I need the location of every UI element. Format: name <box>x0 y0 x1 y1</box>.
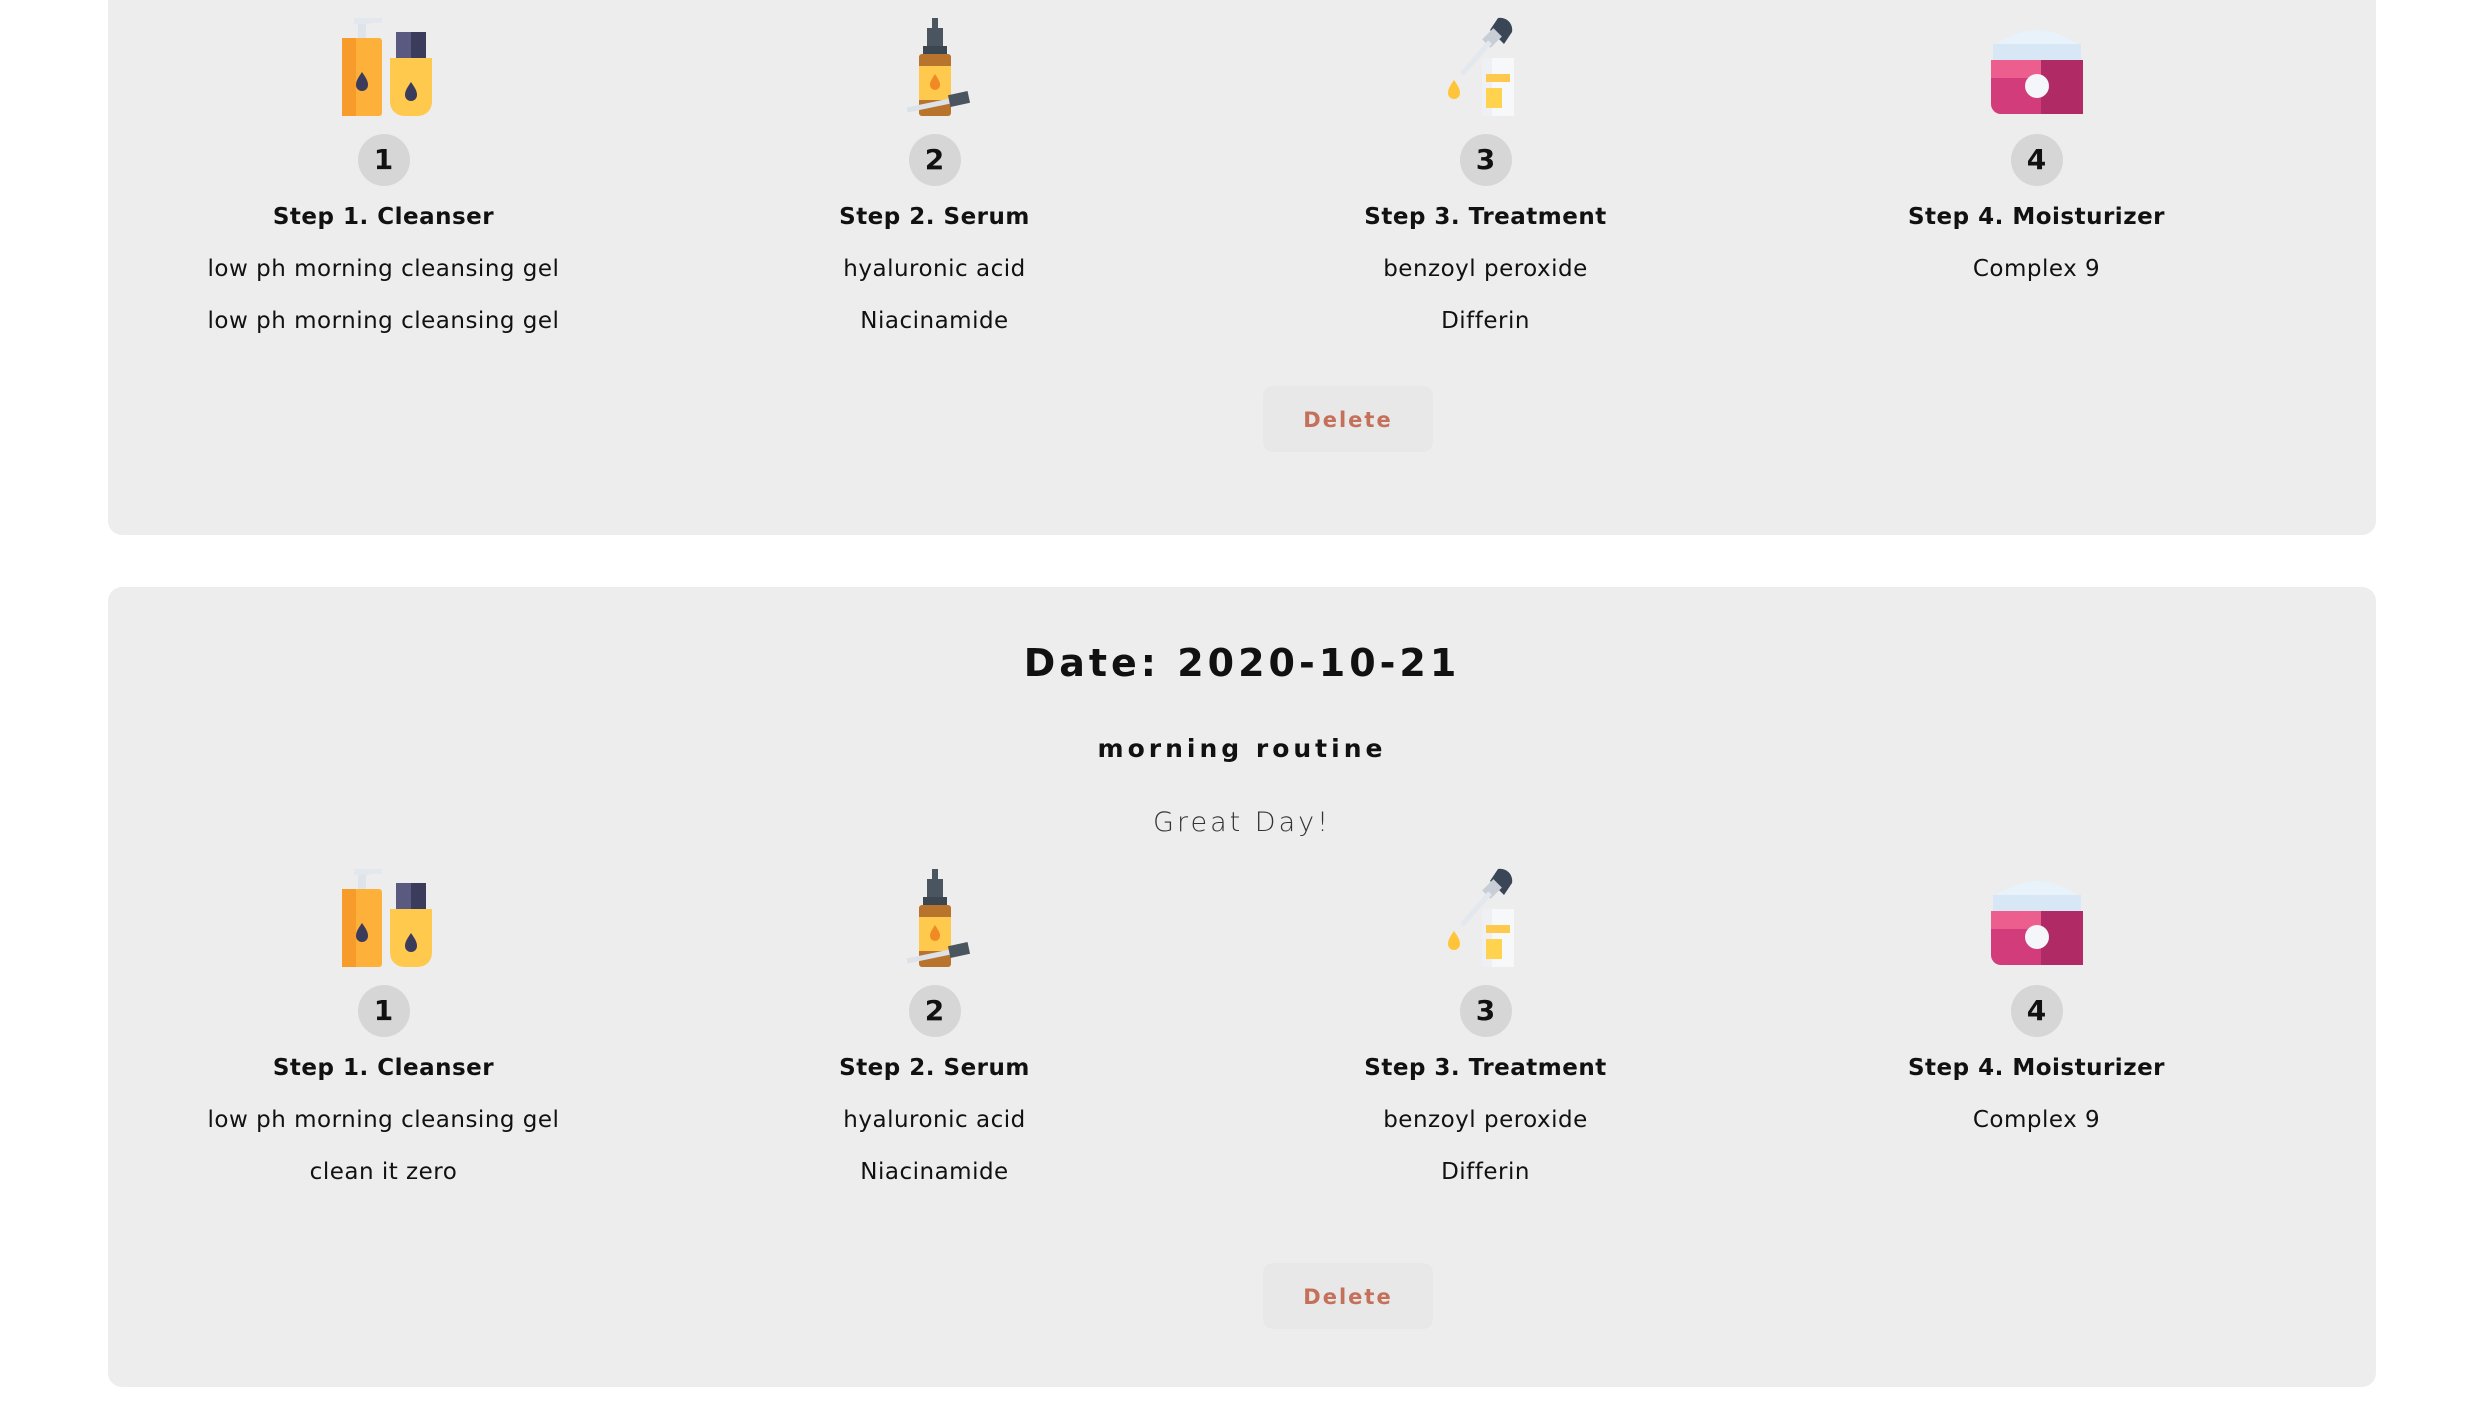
moisturizer-jar-icon <box>1990 881 2083 965</box>
treatment-dropper-icon <box>1447 17 1514 116</box>
routine-name: morning routine <box>1097 734 1387 763</box>
moisturizer-jar-icon <box>1990 30 2083 114</box>
step-product: Complex 9 <box>1972 256 2101 282</box>
entry-date-title: Date: 2020-10-21 <box>1023 641 1461 685</box>
serum-dropper-bottle-icon <box>905 18 970 116</box>
step-name: Step 1. Cleanser <box>272 204 495 230</box>
step-number-badge: 3 <box>1459 134 1512 186</box>
step-name: Step 4. Moisturizer <box>1907 204 2166 230</box>
cleanser-bottles-icon <box>341 18 432 116</box>
step-product: low ph morning cleansing gel <box>207 1107 560 1133</box>
step-product: low ph morning cleansing gel <box>207 256 560 282</box>
step-name: Step 1. Cleanser <box>272 1055 495 1081</box>
step-product: hyaluronic acid <box>843 256 1026 282</box>
step-name: Step 3. Treatment <box>1364 204 1607 230</box>
step-number-badge: 4 <box>2010 134 2063 186</box>
step-number-badge: 4 <box>2010 985 2063 1037</box>
step-product: Niacinamide <box>860 308 1009 334</box>
step-product: Differin <box>1441 1159 1530 1185</box>
step-product: Niacinamide <box>860 1159 1009 1185</box>
routine-entry-card: Date: 2020-10-21 morning routine Great D… <box>108 587 2376 1387</box>
step-product: benzoyl peroxide <box>1383 1107 1588 1133</box>
step-product: low ph morning cleansing gel <box>207 308 560 334</box>
step-product: benzoyl peroxide <box>1383 256 1588 282</box>
step-name: Step 3. Treatment <box>1364 1055 1607 1081</box>
step-number-badge: 2 <box>908 985 961 1037</box>
delete-entry-button[interactable]: Delete <box>1263 386 1433 452</box>
step-product: clean it zero <box>309 1159 458 1185</box>
step-number-badge: 3 <box>1459 985 1512 1037</box>
step-product: Differin <box>1441 308 1530 334</box>
delete-entry-button[interactable]: Delete <box>1263 1263 1433 1329</box>
routine-entry-card: 1 Step 1. Cleanser low ph morning cleans… <box>108 0 2376 535</box>
step-number-badge: 2 <box>908 134 961 186</box>
step-product: Complex 9 <box>1972 1107 2101 1133</box>
step-product: hyaluronic acid <box>843 1107 1026 1133</box>
entry-note: Great Day! <box>1153 807 1331 838</box>
step-name: Step 2. Serum <box>839 204 1030 230</box>
treatment-dropper-icon <box>1447 868 1514 967</box>
step-name: Step 2. Serum <box>839 1055 1030 1081</box>
serum-dropper-bottle-icon <box>905 869 970 967</box>
step-number-badge: 1 <box>357 985 410 1037</box>
cleanser-bottles-icon <box>341 869 432 967</box>
step-number-badge: 1 <box>357 134 410 186</box>
step-name: Step 4. Moisturizer <box>1907 1055 2166 1081</box>
